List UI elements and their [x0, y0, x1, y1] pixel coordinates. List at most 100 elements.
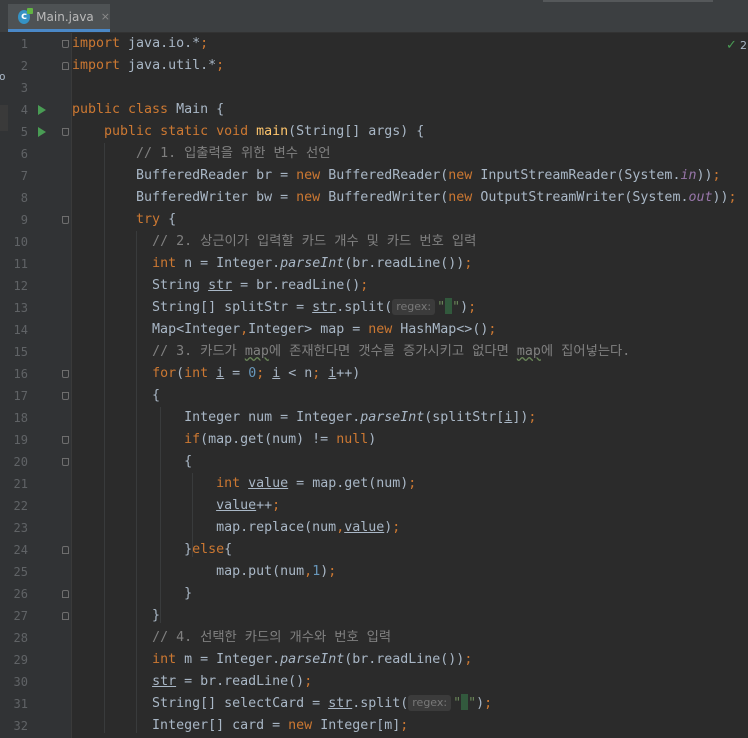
code-token: = map.get(num): [288, 476, 409, 491]
close-icon[interactable]: ×: [101, 10, 110, 23]
code-line: int value = map.get(num);: [72, 473, 416, 495]
code-line: int n = Integer.parseInt(br.readLine());: [72, 253, 472, 275]
code-token: new: [448, 190, 481, 205]
code-token: map: [516, 344, 541, 359]
tab-label: Main.java: [36, 9, 94, 24]
code-token: ;: [464, 256, 473, 271]
code-token: ": [437, 300, 446, 315]
line-number: 17: [13, 389, 28, 403]
code-line: }else{: [72, 539, 232, 561]
code-token: new: [448, 168, 481, 183]
code-token: ]): [512, 410, 529, 425]
fold-marker-icon[interactable]: [62, 458, 69, 466]
fold-marker-icon[interactable]: [62, 546, 69, 554]
code-token: ,: [336, 520, 345, 535]
left-panel-char: o: [0, 70, 6, 83]
fold-marker-icon[interactable]: [62, 128, 69, 136]
code-token: .split(: [352, 696, 409, 711]
line-number: 4: [20, 103, 28, 117]
code-line: public static void main(String[] args) {: [72, 121, 424, 143]
code-token: ;: [712, 168, 721, 183]
code-line: String str = br.readLine();: [72, 275, 368, 297]
code-token: if: [184, 432, 201, 447]
line-number: 10: [13, 235, 28, 249]
code-token: ++: [256, 498, 273, 513]
code-line: map.put(num,1);: [72, 561, 336, 583]
code-line: import java.util.*;: [72, 55, 224, 77]
code-token: import: [72, 36, 129, 51]
line-number: 12: [13, 279, 28, 293]
fold-marker-icon[interactable]: [62, 370, 69, 378]
line-number: 20: [13, 455, 28, 469]
line-number: 27: [13, 609, 28, 623]
code-token: BufferedWriter(: [328, 190, 449, 205]
line-number: 9: [20, 213, 28, 227]
code-token: value: [344, 520, 385, 535]
line-number: 14: [13, 323, 28, 337]
line-number: 6: [20, 147, 28, 161]
code-line: if(map.get(num) != null): [72, 429, 376, 451]
editor-tab-bar: c Main.java ×: [0, 0, 748, 33]
line-number: 29: [13, 653, 28, 667]
code-token: ;: [312, 366, 329, 381]
indent-guide: [136, 231, 137, 733]
line-number: 8: [20, 191, 28, 205]
code-token: in: [680, 168, 697, 183]
code-token: HashMap<>(): [400, 322, 489, 337]
code-token: }: [72, 542, 193, 557]
code-token: Integer[m]: [320, 718, 401, 733]
run-icon[interactable]: [38, 127, 46, 137]
code-token: ;: [304, 674, 313, 689]
fold-marker-icon[interactable]: [62, 612, 69, 620]
fold-marker-icon[interactable]: [62, 392, 69, 400]
code-token: else: [192, 542, 225, 557]
fold-marker-icon[interactable]: [62, 436, 69, 444]
line-number: 15: [13, 345, 28, 359]
tab-main-java[interactable]: c Main.java ×: [8, 4, 110, 32]
fold-marker-icon[interactable]: [62, 40, 69, 48]
code-token: int: [152, 256, 185, 271]
line-number: 28: [13, 631, 28, 645]
code-token: BufferedReader(: [328, 168, 449, 183]
code-token: }: [72, 586, 193, 601]
check-icon[interactable]: ✓: [726, 38, 737, 53]
code-token: ): [460, 300, 469, 315]
code-token: ++): [336, 366, 361, 381]
run-icon[interactable]: [38, 105, 46, 115]
code-token: ;: [484, 696, 493, 711]
indent-guide: [160, 407, 161, 623]
line-number: 32: [13, 719, 28, 733]
code-token: ;: [200, 36, 209, 51]
code-token: ;: [408, 476, 417, 491]
line-number: 22: [13, 499, 28, 513]
code-token: ": [452, 300, 461, 315]
code-token: < n: [280, 366, 313, 381]
fold-marker-icon[interactable]: [62, 62, 69, 70]
code-line: import java.io.*;: [72, 33, 208, 55]
code-token: (br.readLine()): [344, 256, 465, 271]
code-token: InputStreamReader(System.: [480, 168, 681, 183]
code-token: // 2. 상근이가 입력할 카드 개수 및 카드 번호 입력: [152, 234, 477, 249]
line-number: 13: [13, 301, 28, 315]
fold-marker-icon[interactable]: [62, 216, 69, 224]
code-token: ": [468, 696, 477, 711]
code-token: (: [176, 366, 185, 381]
code-token: OutputStreamWriter(System.: [480, 190, 689, 205]
code-token: str: [328, 696, 353, 711]
code-token: parseInt: [280, 256, 345, 271]
code-token: Integer num = Integer.: [72, 410, 361, 425]
code-token: String[] selectCard =: [72, 696, 329, 711]
code-token: java.util.*: [128, 58, 217, 73]
code-token: String[] splitStr =: [72, 300, 313, 315]
code-token: String: [72, 278, 209, 293]
code-line: Integer[] card = new Integer[m];: [72, 715, 408, 737]
fold-marker-icon[interactable]: [62, 590, 69, 598]
code-token: // 1. 입출력을 위한 변수 선언: [136, 146, 331, 161]
